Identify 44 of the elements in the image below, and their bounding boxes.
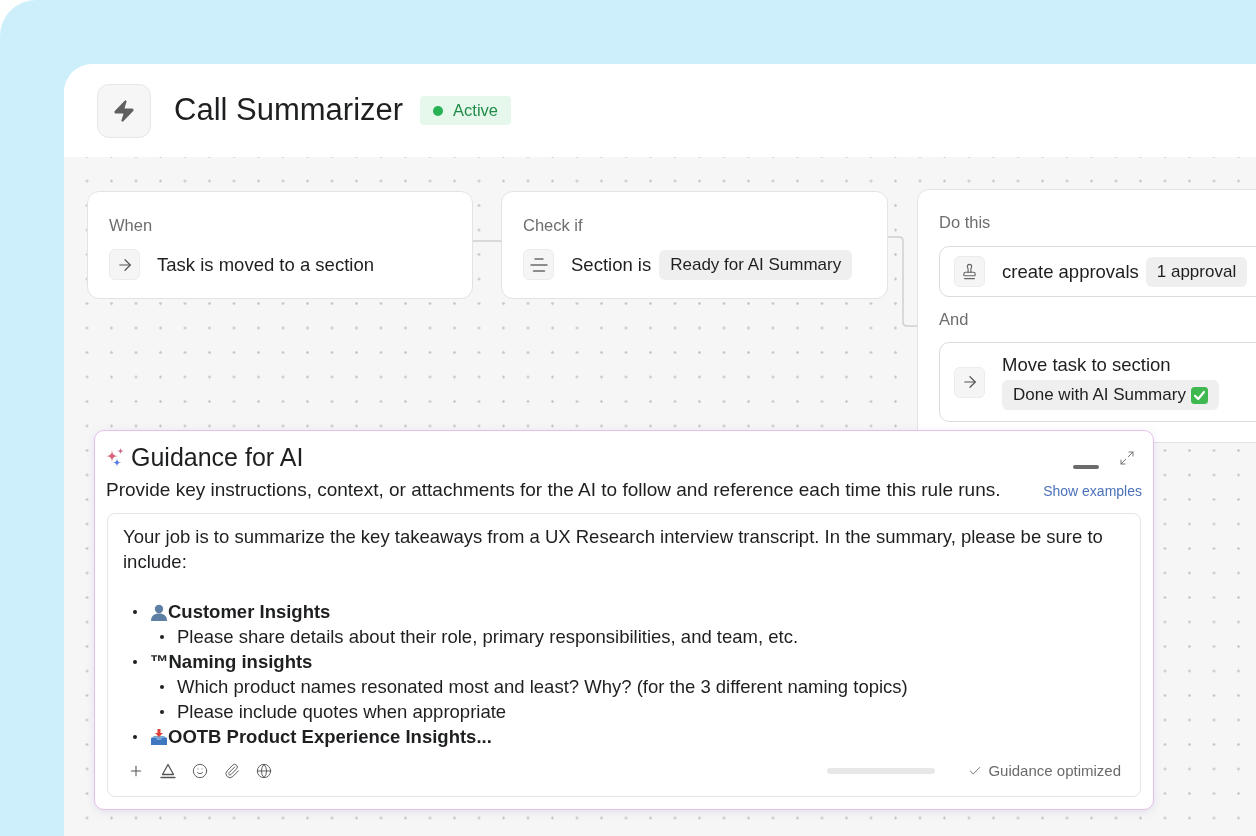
- bullet-icon: [160, 684, 164, 689]
- list-heading: Customer Insights: [168, 600, 331, 624]
- globe-icon[interactable]: [256, 762, 272, 779]
- check-box-icon: [1190, 386, 1208, 404]
- list-heading: ™Naming insights: [150, 650, 313, 674]
- guidance-editor-field[interactable]: [107, 513, 1141, 797]
- trigger-text: Task is moved to a section: [157, 252, 374, 277]
- list-item-text: Please share details about their role, primary responsibilities, and team, etc.: [177, 625, 799, 649]
- card-label: When: [109, 215, 154, 235]
- optimized-status: Guidance optimized: [988, 760, 1121, 781]
- card-label: Do this: [939, 212, 992, 232]
- bullet-icon: [133, 734, 137, 739]
- text-format-icon[interactable]: [160, 762, 176, 779]
- bullet-icon: [133, 659, 137, 664]
- paperclip-icon[interactable]: [224, 762, 240, 779]
- bullet-icon: [160, 709, 164, 714]
- section-name: Done with AI Summary: [1013, 384, 1186, 407]
- page-title: Call Summarizer: [174, 91, 404, 130]
- expand-icon[interactable]: [1119, 450, 1135, 466]
- panel-description: Provide key instructions, context, or attachments for the AI to follow and reference each time this rule runs.: [106, 478, 1001, 501]
- card-label: Check if: [523, 215, 584, 235]
- minimize-icon[interactable]: [1073, 465, 1099, 469]
- instruction-paragraph: Your job is to summarize the key takeaways from a UX Research interview transcript. In the summary, please be sure to include:: [123, 525, 1104, 574]
- bullet-icon: [133, 609, 137, 614]
- sparkles-icon: [106, 447, 125, 467]
- lines-icon: [529, 257, 548, 272]
- approval-count-tag: 1 approval: [1145, 256, 1248, 287]
- smiley-icon[interactable]: [192, 762, 208, 779]
- list-heading: OOTB Product Experience Insights...: [168, 725, 492, 749]
- status-label: Active: [453, 100, 499, 122]
- lightning-icon: [112, 98, 136, 123]
- inbox-tray-icon: [150, 727, 168, 746]
- bullet-icon: [160, 634, 164, 639]
- condition-text: Section is: [571, 252, 652, 277]
- show-examples-link[interactable]: Show examples: [1043, 481, 1142, 501]
- list-item-text: Please include quotes when appropriate: [177, 700, 507, 724]
- stamp-icon: [961, 263, 978, 280]
- bust-silhouette-icon: [150, 602, 168, 621]
- action-text: create approvals: [1002, 259, 1139, 284]
- panel-title: Guidance for AI: [131, 442, 304, 472]
- list-item-text: Which product names resonated most and least? Why? (for the 3 different naming topics): [177, 675, 908, 699]
- action-text: Move task to section: [1002, 354, 1171, 376]
- card-label: And: [939, 309, 970, 329]
- section-tag: Ready for AI Summary: [659, 249, 853, 280]
